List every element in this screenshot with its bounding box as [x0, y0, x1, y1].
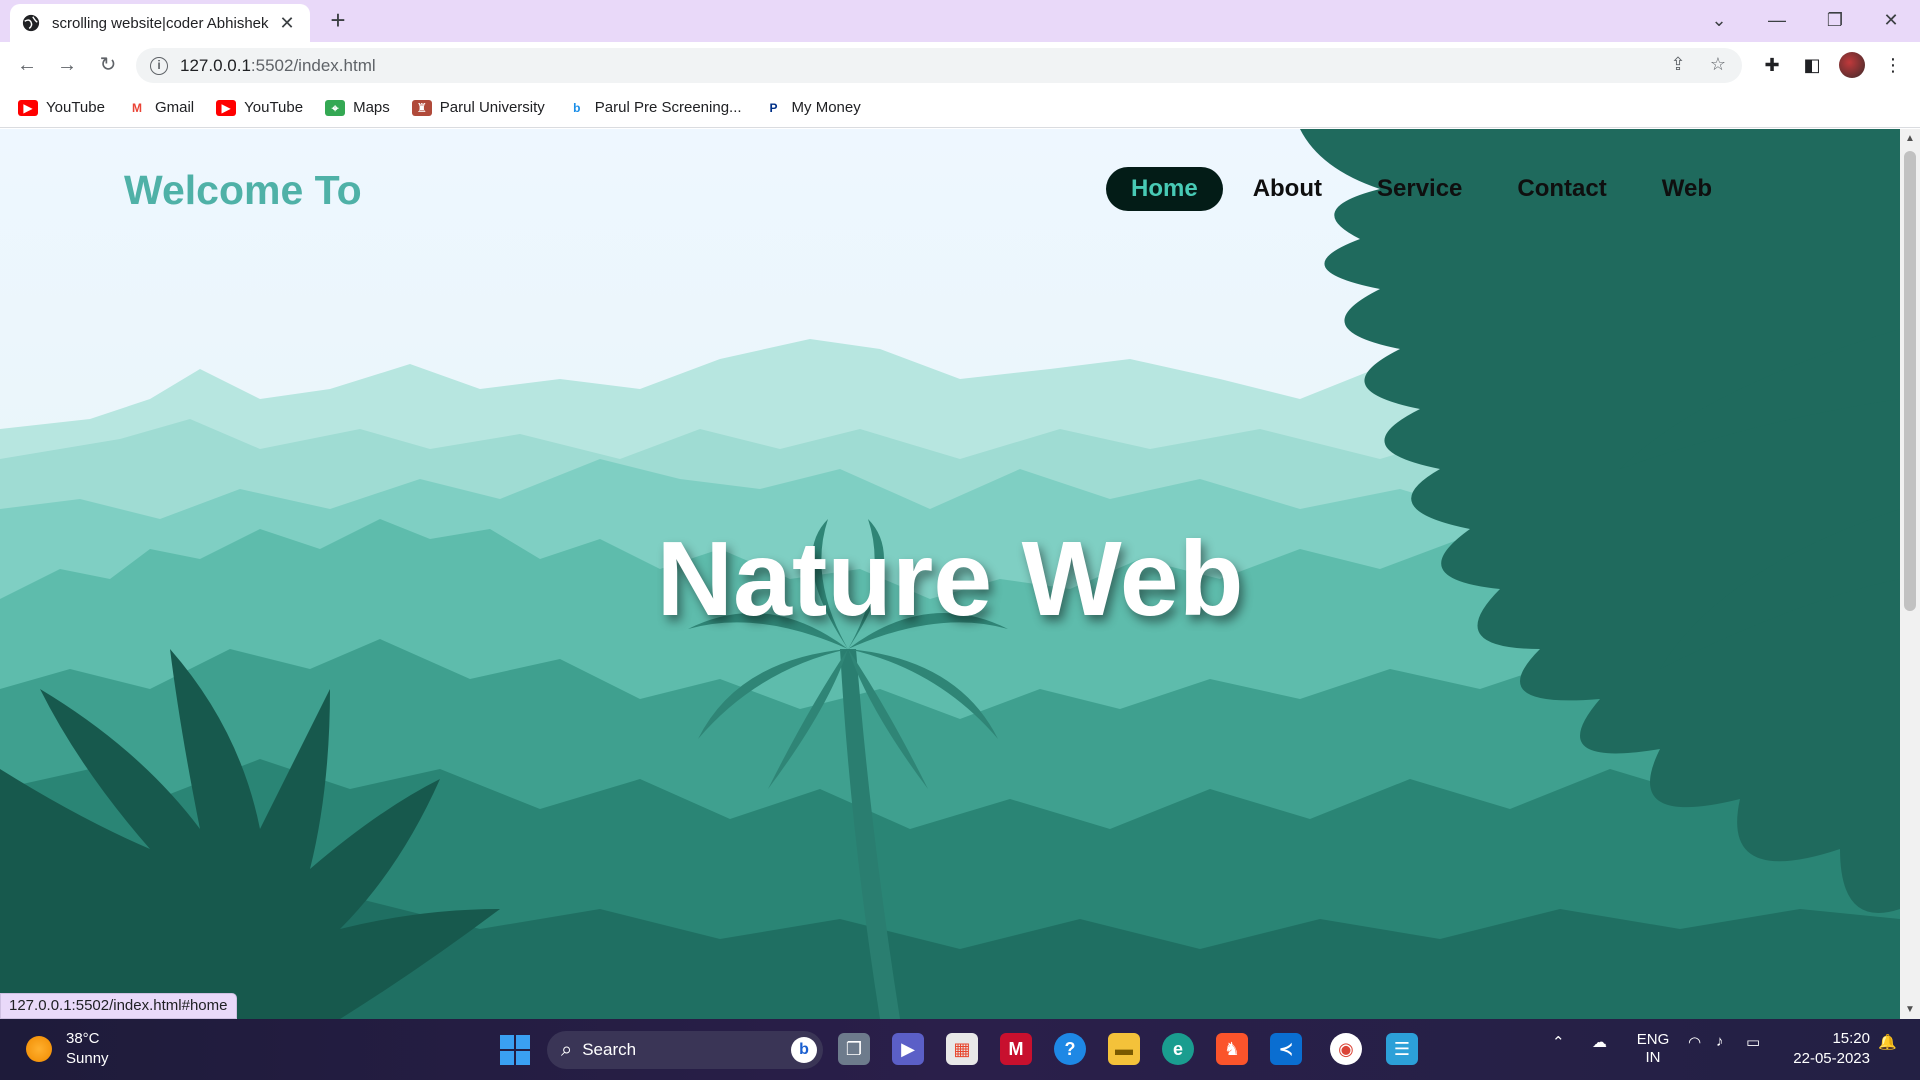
- bookmark-label: YouTube: [244, 99, 304, 116]
- tab-title: scrolling website|coder Abhishek: [52, 14, 269, 32]
- tab-search-chevron-icon[interactable]: ⌄: [1690, 0, 1748, 42]
- main-nav: Home About Service Contact Web: [1106, 167, 1742, 211]
- url-path: :5502/index.html: [250, 55, 376, 75]
- notification-bell-icon[interactable]: 🔔: [1878, 1033, 1897, 1051]
- reload-button[interactable]: ↻: [93, 50, 123, 80]
- extensions-puzzle-icon[interactable]: ✚: [1757, 50, 1787, 80]
- status-bubble: 127.0.0.1:5502/index.html#home: [0, 993, 237, 1019]
- nav-contact[interactable]: Contact: [1492, 167, 1631, 211]
- tab-strip: scrolling website|coder Abhishek ✕ + ⌄ —…: [0, 0, 1920, 42]
- onedrive-icon[interactable]: ☁: [1592, 1033, 1607, 1051]
- sun-icon: [26, 1036, 52, 1062]
- url-host: 127.0.0.1: [180, 55, 251, 75]
- help-icon[interactable]: ?: [1054, 1033, 1086, 1065]
- clock-time: 15:20: [1832, 1030, 1870, 1047]
- youtube-icon: ▶: [18, 99, 38, 116]
- nav-about[interactable]: About: [1228, 167, 1347, 211]
- hero-title: Nature Web: [656, 520, 1244, 638]
- site-logo: Welcome To: [124, 167, 362, 213]
- share-icon[interactable]: ⇪: [1666, 54, 1690, 75]
- nav-service[interactable]: Service: [1352, 167, 1487, 211]
- taskbar: 38°C Sunny ⌕ Search b ❐ ▶ ▦ M ? ▬ e ♞ ≺ …: [0, 1019, 1920, 1080]
- forward-button[interactable]: →: [52, 50, 82, 80]
- weather-temp: 38°C: [66, 1030, 100, 1047]
- globe-icon: [22, 14, 40, 32]
- browser-toolbar: ← → ↻ i 127.0.0.1:5502/index.html ⇪ ☆ ✚ …: [0, 42, 1920, 88]
- minimize-button[interactable]: —: [1748, 0, 1806, 42]
- parul-university-icon: ♜: [411, 99, 432, 116]
- search-placeholder: Search: [582, 1040, 637, 1059]
- scroll-up-icon[interactable]: ▲: [1900, 133, 1920, 144]
- battery-icon[interactable]: ▭: [1746, 1033, 1760, 1051]
- tab-close-icon[interactable]: ✕: [276, 13, 298, 34]
- windows-start-icon[interactable]: [500, 1035, 530, 1065]
- side-panel-icon[interactable]: ◧: [1797, 50, 1827, 80]
- region-text: IN: [1645, 1049, 1661, 1066]
- bookmarks-bar: ▶ YouTube M Gmail ▶ YouTube ⌖ Maps ♜ Par…: [0, 88, 1920, 128]
- file-explorer-icon[interactable]: ▬: [1108, 1033, 1140, 1065]
- page-scrollbar[interactable]: ▲ ▼: [1900, 129, 1920, 1019]
- bookmark-maps[interactable]: ⌖ Maps: [325, 99, 390, 116]
- store-icon[interactable]: ▦: [946, 1033, 978, 1065]
- bookmark-label: YouTube: [46, 99, 105, 116]
- teams-icon[interactable]: ▶: [892, 1033, 924, 1065]
- bookmark-label: Gmail: [154, 99, 195, 116]
- maps-icon: ⌖: [325, 99, 346, 116]
- new-tab-button[interactable]: +: [323, 6, 353, 36]
- clock-date: 22-05-2023: [1793, 1050, 1870, 1067]
- bing-icon[interactable]: b: [791, 1037, 817, 1063]
- task-view-icon[interactable]: ❐: [838, 1033, 870, 1065]
- bookmark-parul-pre-screening[interactable]: b Parul Pre Screening...: [566, 99, 742, 116]
- mcafee-icon[interactable]: M: [1000, 1033, 1032, 1065]
- notepad-icon[interactable]: ☰: [1386, 1033, 1418, 1065]
- back-button[interactable]: ←: [12, 50, 42, 80]
- profile-avatar[interactable]: [1839, 52, 1865, 78]
- volume-icon[interactable]: ♪: [1716, 1033, 1724, 1050]
- vscode-icon[interactable]: ≺: [1270, 1033, 1302, 1065]
- nav-web[interactable]: Web: [1637, 167, 1737, 211]
- search-icon: ⌕: [561, 1038, 573, 1061]
- youtube-icon: ▶: [216, 99, 237, 116]
- close-window-button[interactable]: ✕: [1862, 0, 1920, 42]
- paypal-icon: P: [763, 99, 784, 116]
- bing-icon: b: [566, 99, 587, 116]
- weather-widget[interactable]: 38°C Sunny: [26, 1029, 109, 1069]
- edge-icon[interactable]: e: [1162, 1033, 1194, 1065]
- browser-tab[interactable]: scrolling website|coder Abhishek ✕: [10, 4, 310, 42]
- bookmark-gmail[interactable]: M Gmail: [126, 99, 195, 116]
- page-viewport: Welcome To Home About Service Contact We…: [0, 129, 1900, 1019]
- show-hidden-icons-chevron[interactable]: ⌃: [1552, 1033, 1565, 1051]
- taskbar-search[interactable]: ⌕ Search b: [547, 1031, 823, 1069]
- nav-home[interactable]: Home: [1106, 167, 1223, 211]
- bookmark-parul-university[interactable]: ♜ Parul University: [411, 99, 545, 116]
- bookmark-youtube[interactable]: ▶ YouTube: [18, 99, 105, 116]
- scroll-thumb[interactable]: [1904, 151, 1916, 611]
- gmail-icon: M: [126, 99, 147, 116]
- site-info-icon[interactable]: i: [150, 56, 168, 75]
- language-indicator[interactable]: ENG IN: [1636, 1031, 1670, 1067]
- weather-desc: Sunny: [66, 1050, 109, 1067]
- bookmark-star-icon[interactable]: ☆: [1706, 54, 1730, 75]
- menu-kebab-icon[interactable]: ⋮: [1878, 50, 1908, 80]
- bookmark-label: My Money: [791, 99, 861, 116]
- restore-button[interactable]: ❐: [1806, 0, 1864, 42]
- lang-text: ENG: [1636, 1031, 1670, 1048]
- bookmark-label: Parul Pre Screening...: [594, 99, 742, 116]
- bookmark-my-money[interactable]: P My Money: [763, 99, 861, 116]
- address-bar[interactable]: i 127.0.0.1:5502/index.html ⇪ ☆: [136, 48, 1742, 83]
- clock[interactable]: 15:20 22-05-2023: [1780, 1029, 1870, 1069]
- wifi-icon[interactable]: ◠: [1688, 1033, 1701, 1051]
- bookmark-label: Maps: [353, 99, 390, 116]
- brave-icon[interactable]: ♞: [1216, 1033, 1248, 1065]
- scroll-down-icon[interactable]: ▼: [1900, 1004, 1920, 1015]
- bookmark-youtube-2[interactable]: ▶ YouTube: [216, 99, 303, 116]
- bookmark-label: Parul University: [439, 99, 545, 116]
- chrome-icon[interactable]: ◉: [1330, 1033, 1362, 1065]
